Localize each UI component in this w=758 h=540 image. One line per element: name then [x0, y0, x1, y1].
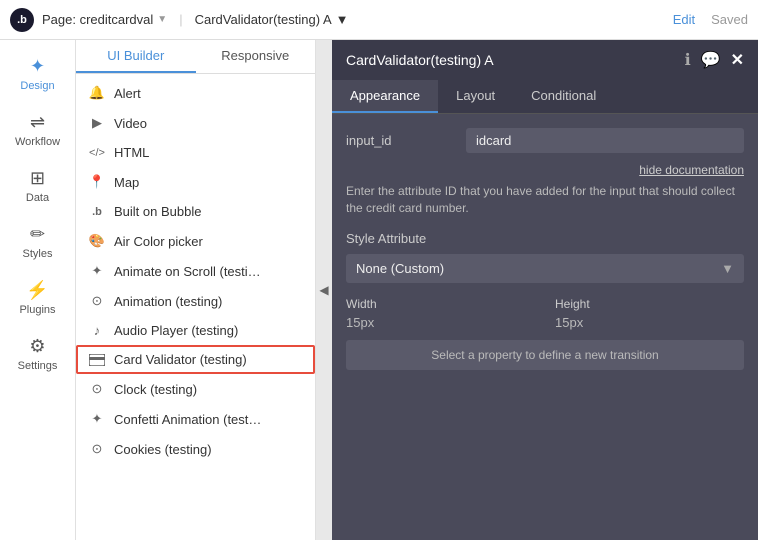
doc-description: Enter the attribute ID that you have add…	[346, 183, 744, 217]
list-item-card-validator[interactable]: Card Validator (testing)	[76, 345, 315, 374]
panel-icons: ℹ 💬 ✕	[685, 50, 744, 70]
sidebar-item-data[interactable]: ⊞ Data	[0, 160, 75, 212]
list-item[interactable]: ⊙ Animation (testing)	[76, 286, 315, 316]
animation-icon: ⊙	[88, 293, 106, 309]
comment-icon[interactable]: 💬	[701, 50, 721, 70]
comp-tabs: UI Builder Responsive	[76, 40, 315, 74]
component-list: UI Builder Responsive 🔔 Alert ▶ Video </…	[76, 40, 316, 540]
panel-body: input_id idcard hide documentation Enter…	[332, 114, 758, 540]
card-selector[interactable]: CardValidator(testing) A ▼	[195, 12, 349, 27]
width-label: Width	[346, 297, 535, 311]
list-item[interactable]: 🔔 Alert	[76, 78, 315, 108]
hide-doc-link[interactable]: hide documentation	[346, 163, 744, 177]
card-validator-icon	[88, 354, 106, 366]
animate-scroll-icon: ✦	[88, 263, 106, 279]
panel-title: CardValidator(testing) A	[346, 52, 494, 68]
bubble-icon: .b	[88, 206, 106, 218]
tab-conditional[interactable]: Conditional	[513, 80, 614, 113]
list-item[interactable]: ⊙ Cookies (testing)	[76, 434, 315, 464]
tab-layout[interactable]: Layout	[438, 80, 513, 113]
list-item[interactable]: ✦ Animate on Scroll (testi…	[76, 256, 315, 286]
height-value[interactable]: 15px	[555, 315, 744, 330]
properties-panel: CardValidator(testing) A ℹ 💬 ✕ Appearanc…	[332, 40, 758, 540]
sidebar-item-plugins[interactable]: ⚡ Plugins	[0, 272, 75, 324]
left-sidebar: ✦ Design ⇌ Workflow ⊞ Data ✏ Styles ⚡ Pl…	[0, 40, 76, 540]
input-id-label: input_id	[346, 133, 466, 148]
sidebar-item-workflow[interactable]: ⇌ Workflow	[0, 104, 75, 156]
panel-header: CardValidator(testing) A ℹ 💬 ✕	[332, 40, 758, 80]
info-icon[interactable]: ℹ	[685, 50, 691, 70]
style-attr-label: Style Attribute	[346, 231, 744, 246]
confetti-icon: ✦	[88, 411, 106, 427]
width-value[interactable]: 15px	[346, 315, 535, 330]
video-icon: ▶	[88, 115, 106, 131]
list-item[interactable]: ▶ Video	[76, 108, 315, 138]
tab-ui-builder[interactable]: UI Builder	[76, 40, 196, 73]
sidebar-item-styles[interactable]: ✏ Styles	[0, 216, 75, 268]
alert-icon: 🔔	[88, 85, 106, 101]
list-item[interactable]: .b Built on Bubble	[76, 197, 315, 226]
tab-responsive[interactable]: Responsive	[196, 40, 316, 73]
color-picker-icon: 🎨	[88, 233, 106, 249]
collapse-arrow[interactable]: ◀	[316, 40, 332, 540]
comp-items: 🔔 Alert ▶ Video </> HTML 📍 Map .b Built …	[76, 74, 315, 468]
design-icon: ✦	[30, 56, 45, 77]
collapse-icon: ◀	[319, 283, 328, 297]
styles-icon: ✏	[30, 224, 45, 245]
height-field: Height 15px	[555, 297, 744, 330]
cookies-icon: ⊙	[88, 441, 106, 457]
input-id-value[interactable]: idcard	[466, 128, 744, 153]
width-field: Width 15px	[346, 297, 535, 330]
html-icon: </>	[88, 147, 106, 159]
edit-button[interactable]: Edit	[673, 12, 695, 27]
list-item[interactable]: ✦ Confetti Animation (test…	[76, 404, 315, 434]
close-button[interactable]: ✕	[731, 50, 744, 70]
page-selector[interactable]: Page: creditcardval ▼	[42, 12, 167, 27]
input-id-row: input_id idcard	[346, 128, 744, 153]
transition-hint[interactable]: Select a property to define a new transi…	[346, 340, 744, 370]
plugins-icon: ⚡	[26, 280, 48, 301]
main-layout: ✦ Design ⇌ Workflow ⊞ Data ✏ Styles ⚡ Pl…	[0, 40, 758, 540]
clock-icon: ⊙	[88, 381, 106, 397]
list-item[interactable]: </> HTML	[76, 138, 315, 167]
sidebar-item-settings[interactable]: ⚙ Settings	[0, 328, 75, 380]
style-attr-select[interactable]: None (Custom) ▼	[346, 254, 744, 283]
map-icon: 📍	[88, 174, 106, 190]
list-item[interactable]: ♪ Audio Player (testing)	[76, 316, 315, 345]
separator: |	[179, 12, 182, 27]
audio-player-icon: ♪	[88, 323, 106, 338]
select-chevron-icon: ▼	[721, 261, 734, 276]
list-item[interactable]: 📍 Map	[76, 167, 315, 197]
sidebar-item-design[interactable]: ✦ Design	[0, 48, 75, 100]
list-item[interactable]: 🎨 Air Color picker	[76, 226, 315, 256]
topbar: .b Page: creditcardval ▼ | CardValidator…	[0, 0, 758, 40]
list-item[interactable]: ⊙ Clock (testing)	[76, 374, 315, 404]
settings-icon: ⚙	[29, 336, 45, 357]
tab-appearance[interactable]: Appearance	[332, 80, 438, 113]
workflow-icon: ⇌	[30, 112, 45, 133]
topbar-actions: Edit Saved	[673, 12, 748, 27]
card-chevron-icon: ▼	[336, 12, 349, 27]
dimensions-row: Width 15px Height 15px	[346, 297, 744, 330]
app-logo: .b	[10, 8, 34, 32]
saved-status: Saved	[711, 12, 748, 27]
panel-tabs: Appearance Layout Conditional	[332, 80, 758, 114]
data-icon: ⊞	[30, 168, 45, 189]
page-chevron-icon: ▼	[157, 14, 167, 25]
height-label: Height	[555, 297, 744, 311]
